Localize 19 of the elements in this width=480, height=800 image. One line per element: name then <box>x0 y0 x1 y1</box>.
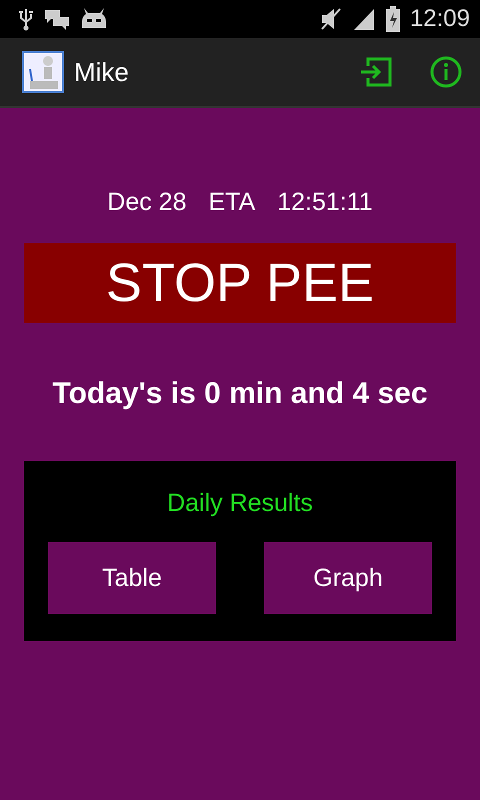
status-time: 12:09 <box>410 5 470 33</box>
date-text: Dec 28 <box>107 188 186 217</box>
mute-icon <box>320 7 342 31</box>
results-button[interactable]: Table <box>48 542 216 614</box>
chat-icon <box>44 8 70 30</box>
results-button[interactable]: Graph <box>264 542 432 614</box>
signal-icon <box>352 7 376 31</box>
eta-label: ETA <box>208 188 256 217</box>
stop-button[interactable]: STOP PEE <box>24 243 456 323</box>
robot-icon <box>80 7 108 31</box>
app-title: Mike <box>74 56 129 88</box>
eta-time: 12:51:11 <box>277 188 373 217</box>
app-icon[interactable] <box>22 51 64 93</box>
panel-title: Daily Results <box>167 489 313 518</box>
info-icon[interactable] <box>430 56 462 88</box>
today-summary: Today's is 0 min and 4 sec <box>51 377 429 411</box>
usb-icon <box>18 7 34 31</box>
sign-in-icon[interactable] <box>360 57 392 87</box>
battery-icon <box>386 6 400 32</box>
